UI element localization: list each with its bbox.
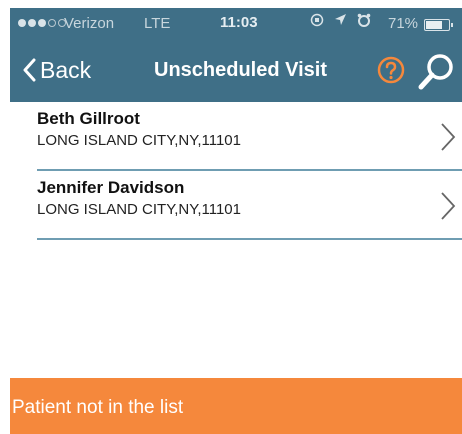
page-title: Unscheduled Visit — [154, 59, 328, 81]
patient-row[interactable]: Jennifer Davidson LONG ISLAND CITY,NY,11… — [10, 171, 462, 240]
patient-row[interactable]: Beth Gillroot LONG ISLAND CITY,NY,11101 — [10, 102, 462, 171]
signal-dot — [28, 19, 36, 27]
back-button[interactable]: Back — [22, 52, 91, 88]
status-icons — [310, 13, 371, 27]
network-type: LTE — [144, 15, 171, 32]
alarm-icon — [357, 13, 371, 27]
help-icon[interactable] — [377, 56, 405, 84]
patient-not-in-list-label: Patient not in the list — [12, 397, 184, 418]
nav-bar: Back Unscheduled Visit — [10, 40, 462, 102]
status-bar: Verizon LTE 11:03 71% — [10, 8, 462, 40]
status-time: 11:03 — [220, 14, 258, 31]
header: Verizon LTE 11:03 71% Back Unscheduled V… — [10, 8, 462, 102]
battery-fill — [426, 21, 442, 29]
chevron-right-icon — [441, 123, 456, 151]
signal-dot — [18, 19, 26, 27]
patient-name: Jennifer Davidson — [37, 178, 185, 197]
orientation-lock-icon — [310, 13, 324, 27]
patient-address: LONG ISLAND CITY,NY,11101 — [37, 132, 241, 149]
signal-strength-icon — [18, 19, 66, 27]
app-screen: Verizon LTE 11:03 71% Back Unscheduled V… — [10, 8, 462, 434]
patient-list: Beth Gillroot LONG ISLAND CITY,NY,11101 … — [10, 102, 462, 240]
signal-dot — [38, 19, 46, 27]
signal-dot-empty — [48, 19, 56, 27]
patient-not-in-list-button[interactable]: Patient not in the list — [10, 378, 462, 434]
row-divider — [37, 238, 462, 240]
carrier-name: Verizon — [64, 15, 115, 32]
battery-percent: 71% — [388, 15, 419, 32]
search-icon[interactable] — [416, 52, 456, 92]
chevron-right-icon — [441, 192, 456, 220]
back-label: Back — [40, 56, 92, 83]
chevron-left-icon — [23, 58, 36, 82]
patient-address: LONG ISLAND CITY,NY,11101 — [37, 201, 241, 218]
patient-name: Beth Gillroot — [37, 109, 140, 128]
location-arrow-icon — [335, 14, 346, 25]
battery-icon — [424, 19, 453, 31]
